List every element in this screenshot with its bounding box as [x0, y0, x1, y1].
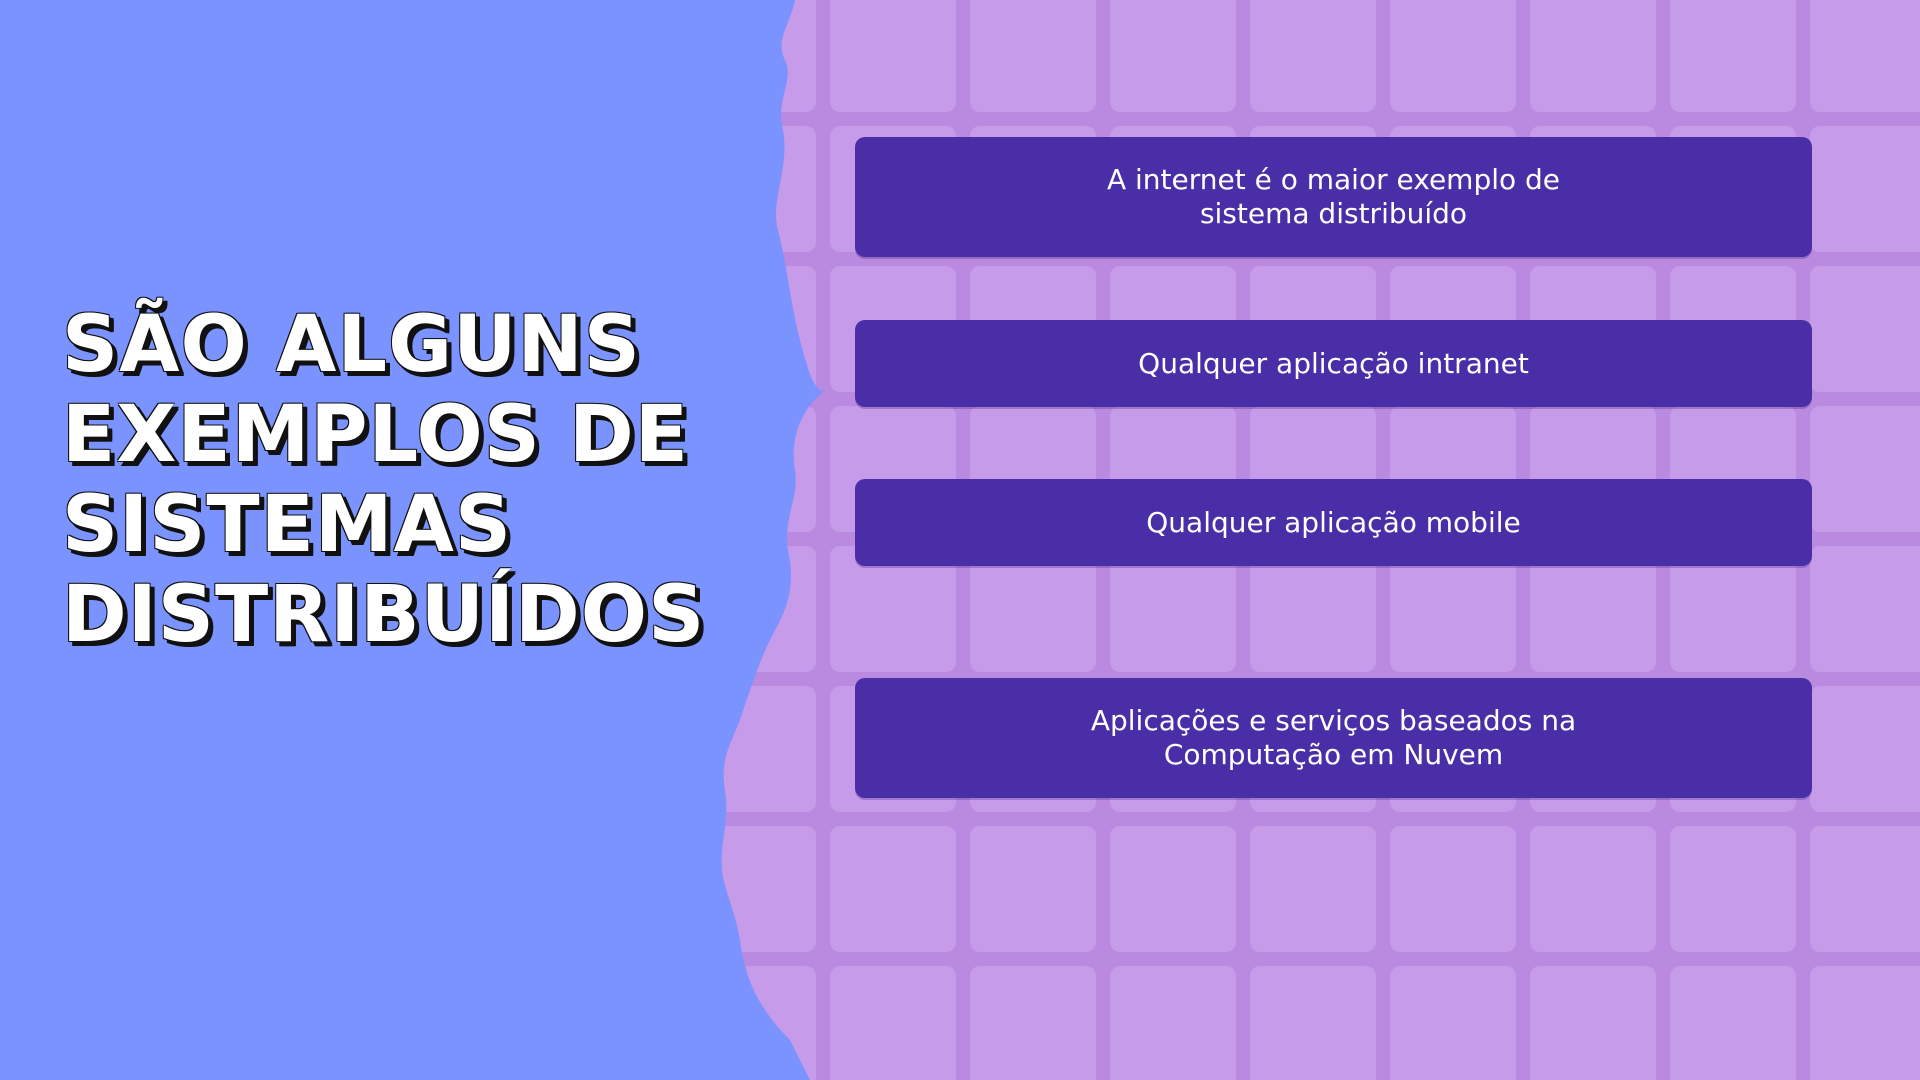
grid-cell [1810, 686, 1920, 812]
grid-cell [721, 686, 816, 812]
page-title: São alguns exemplos de sistemas distribu… [62, 300, 742, 660]
example-item-label: A internet é o maior exemplo de sistema … [1106, 163, 1561, 230]
example-item-intranet: Qualquer aplicação intranet [855, 320, 1812, 407]
example-item-mobile: Qualquer aplicação mobile [855, 479, 1812, 566]
grid-cell [1810, 126, 1920, 252]
grid-cell [1810, 546, 1920, 672]
example-item-internet: A internet é o maior exemplo de sistema … [855, 137, 1812, 257]
title-line-1: São alguns [62, 300, 641, 390]
grid-cell [1810, 826, 1920, 952]
example-item-cloud: Aplicações e serviços baseados na Comput… [855, 678, 1812, 798]
grid-cell [721, 126, 816, 252]
example-item-label: Aplicações e serviços baseados na Comput… [1090, 704, 1577, 771]
example-item-label: Qualquer aplicação mobile [1146, 505, 1521, 539]
title-line-2: exemplos de [62, 390, 690, 480]
grid-cell [1810, 0, 1920, 112]
grid-cell [1810, 266, 1920, 392]
examples-list: A internet é o maior exemplo de sistema … [855, 0, 1812, 1080]
grid-cell [1810, 406, 1920, 532]
grid-cell [1810, 966, 1920, 1080]
grid-cell [721, 826, 816, 952]
slide: São alguns exemplos de sistemas distribu… [0, 0, 1920, 1080]
example-item-label: Qualquer aplicação intranet [1138, 346, 1529, 380]
grid-cell [721, 0, 816, 112]
grid-cell [721, 966, 816, 1080]
title-line-3: sistemas [62, 480, 513, 570]
title-line-4: distribuídos [62, 570, 706, 660]
